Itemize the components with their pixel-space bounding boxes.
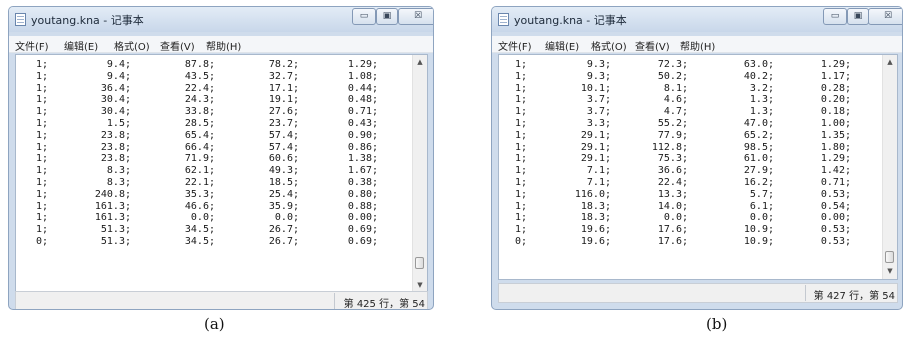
menu-help[interactable]: 帮助(H) bbox=[680, 38, 715, 53]
text-cell: 0.69; bbox=[347, 224, 378, 236]
menu-file[interactable]: 文件(F) bbox=[15, 38, 49, 53]
text-cell: 1.00; bbox=[820, 117, 851, 129]
minimize-button[interactable]: ▭ bbox=[823, 8, 847, 25]
text-cell: 1.29; bbox=[820, 59, 851, 70]
status-divider bbox=[805, 285, 806, 301]
maximize-button[interactable]: ▣ bbox=[376, 8, 398, 25]
text-cell: 1.08; bbox=[347, 70, 378, 82]
menu-format[interactable]: 格式(O) bbox=[591, 38, 627, 53]
text-cell: 0.00; bbox=[820, 212, 851, 224]
figure-caption-b: (b) bbox=[706, 315, 728, 333]
text-cell: 0.86; bbox=[347, 141, 378, 153]
window-title: youtang.kna - 记事本 bbox=[31, 14, 144, 27]
status-bar: 第 425 行，第 54 bbox=[15, 291, 428, 310]
scrollbar-thumb[interactable] bbox=[885, 251, 894, 263]
status-line-column: 第 427 行，第 54 bbox=[813, 291, 895, 302]
close-button[interactable]: ☒ bbox=[868, 8, 902, 25]
scrollbar-thumb[interactable] bbox=[415, 257, 424, 269]
text-cell: 0.28; bbox=[820, 82, 851, 94]
title-bar[interactable]: youtang.kna - 记事本 ▭ ▣ ☒ bbox=[9, 7, 433, 32]
text-cell: 0.69; bbox=[347, 235, 378, 247]
menu-view[interactable]: 查看(V) bbox=[635, 38, 670, 53]
text-cell: 0.53; bbox=[820, 224, 851, 236]
menu-bar: 文件(F) 编辑(E) 格式(O) 查看(V) 帮助(H) bbox=[492, 36, 902, 53]
menu-format[interactable]: 格式(O) bbox=[114, 38, 150, 53]
text-cell: 1.80; bbox=[820, 141, 851, 153]
status-line-column: 第 425 行，第 54 bbox=[343, 299, 425, 310]
text-cell: 0.38; bbox=[347, 176, 378, 188]
scroll-up-arrow-icon[interactable]: ▲ bbox=[413, 56, 427, 69]
menu-bar: 文件(F) 编辑(E) 格式(O) 查看(V) 帮助(H) bbox=[9, 36, 433, 53]
text-cell: 1.42; bbox=[820, 165, 851, 177]
text-cell: 0.53; bbox=[820, 188, 851, 200]
vertical-scrollbar[interactable]: ▲ ▼ bbox=[412, 55, 427, 293]
text-cell: 0.44; bbox=[347, 82, 378, 94]
text-cell: 0.43; bbox=[347, 117, 378, 129]
notepad-window-b: youtang.kna - 记事本 ▭ ▣ ☒ 文件(F) 编辑(E) 格式(O… bbox=[491, 6, 903, 310]
minimize-button[interactable]: ▭ bbox=[352, 8, 376, 25]
vertical-scrollbar[interactable]: ▲ ▼ bbox=[882, 55, 897, 279]
menu-edit[interactable]: 编辑(E) bbox=[64, 38, 98, 53]
text-cell: 1.67; bbox=[347, 165, 378, 177]
text-cell: 0.48; bbox=[347, 94, 378, 106]
window-title: youtang.kna - 记事本 bbox=[514, 14, 627, 27]
text-editor-area[interactable]: 1; 9.4; 87.8; 78.2; 1.29; 1; 9.4; 43.5; 32.7; 1.0… bbox=[15, 54, 428, 294]
text-cell: 1.35; bbox=[820, 129, 851, 141]
notepad-app-icon bbox=[15, 13, 26, 26]
text-cell: 0.90; bbox=[347, 129, 378, 141]
text-cell: 1.38; bbox=[347, 153, 378, 165]
text-cell: 0.71; bbox=[347, 106, 378, 118]
text-cell: 0.20; bbox=[820, 94, 851, 106]
scroll-down-arrow-icon[interactable]: ▼ bbox=[883, 265, 897, 278]
maximize-button[interactable]: ▣ bbox=[847, 8, 869, 25]
menu-file[interactable]: 文件(F) bbox=[498, 38, 532, 53]
text-cell: 1.29; bbox=[347, 59, 378, 70]
status-divider bbox=[334, 293, 335, 309]
text-cell: 0.53; bbox=[820, 235, 851, 247]
close-button[interactable]: ☒ bbox=[398, 8, 433, 25]
notepad-app-icon bbox=[498, 13, 509, 26]
text-editor-area[interactable]: 1; 9.3; 72.3; 63.0; 1.29; 1; 9.3; 50.2; 40.2; 1.1… bbox=[498, 54, 898, 280]
menu-edit[interactable]: 编辑(E) bbox=[545, 38, 579, 53]
text-cell: 1.29; bbox=[820, 153, 851, 165]
text-cell: 0.71; bbox=[820, 176, 851, 188]
text-cell: 0.54; bbox=[820, 200, 851, 212]
notepad-window-a: youtang.kna - 记事本 ▭ ▣ ☒ 文件(F) 编辑(E) 格式(O… bbox=[8, 6, 434, 310]
text-cell: 0.88; bbox=[347, 200, 378, 212]
scroll-up-arrow-icon[interactable]: ▲ bbox=[883, 56, 897, 69]
menu-help[interactable]: 帮助(H) bbox=[206, 38, 241, 53]
figure-caption-a: (a) bbox=[204, 315, 225, 333]
text-cell: 0.80; bbox=[347, 188, 378, 200]
text-cell: 0.18; bbox=[820, 106, 851, 118]
text-cell: 1.17; bbox=[820, 70, 851, 82]
title-bar[interactable]: youtang.kna - 记事本 ▭ ▣ ☒ bbox=[492, 7, 902, 32]
status-bar: 第 427 行，第 54 bbox=[498, 283, 898, 303]
text-cell: 0.00; bbox=[347, 212, 378, 224]
menu-view[interactable]: 查看(V) bbox=[160, 38, 195, 53]
